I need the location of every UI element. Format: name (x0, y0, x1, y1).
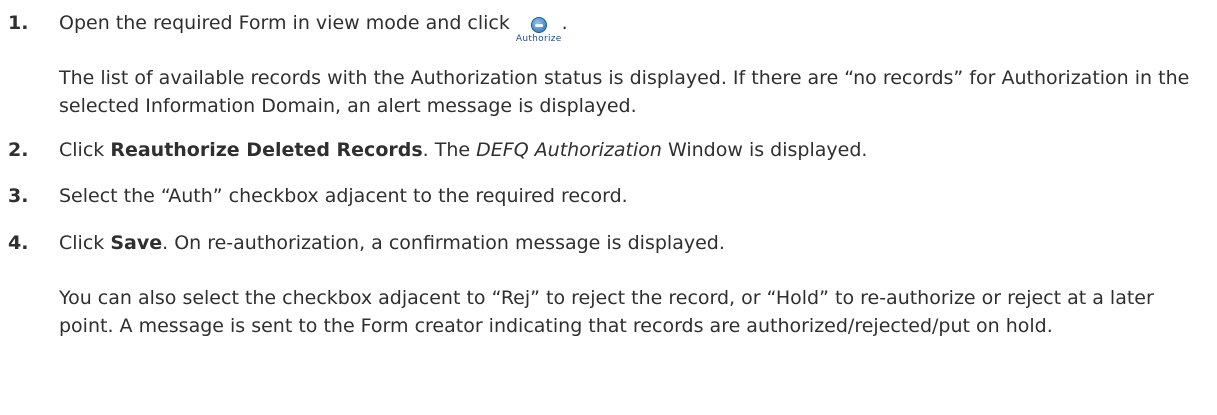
step-number-4: 4. (8, 232, 29, 254)
step-number-3: 3. (8, 185, 29, 207)
step-number-1: 1. (8, 12, 29, 34)
step-1-text: Open the required Form in view mode and … (59, 12, 568, 44)
authorize-icon (530, 17, 547, 33)
authorize-button-label: Authorize (515, 34, 562, 44)
step-4-text-before: Click (59, 232, 111, 254)
window-name: DEFQ Authorization (476, 139, 662, 161)
reauthorize-deleted-records-label: Reauthorize Deleted Records (110, 139, 423, 161)
step-1-text-before: Open the required Form in view mode and … (59, 12, 510, 34)
step-number-2: 2. (8, 139, 29, 161)
step-1-paragraph: The list of available records with the A… (59, 67, 1190, 117)
step-4-paragraph: You can also select the checkbox adjacen… (59, 287, 1154, 337)
authorize-button[interactable]: Authorize (516, 17, 562, 44)
step-2-text: Click Reauthorize Deleted Records. The D… (59, 139, 867, 161)
step-2-text-after: Window is displayed. (661, 139, 868, 161)
step-4-text-after: . On re-authorization, a confirmation me… (162, 232, 725, 254)
step-4-text: Click Save. On re-authorization, a confi… (59, 232, 725, 254)
document-page: 1. Open the required Form in view mode a… (0, 0, 1217, 415)
step-2-text-before: Click (59, 139, 111, 161)
save-label: Save (110, 232, 163, 254)
step-3-text: Select the “Auth” checkbox adjacent to t… (59, 185, 628, 207)
step-2-text-mid: . The (422, 139, 477, 161)
step-1-text-after: . (561, 12, 568, 34)
